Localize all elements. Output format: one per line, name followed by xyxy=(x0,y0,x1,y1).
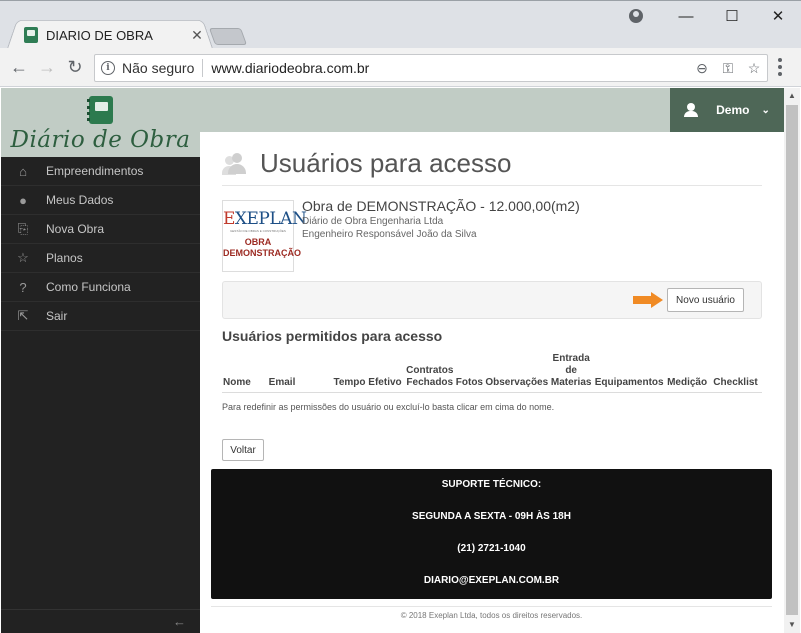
sidebar-item-sair[interactable]: ⇱ Sair xyxy=(1,302,200,331)
copyright: © 2018 Exeplan Ltda, todos os direitos r… xyxy=(211,606,772,620)
project-info: EXEPLAN GESTÃO DE OBRAS E CONSTRUÇÕES OB… xyxy=(222,198,762,274)
brand-name: Diário de Obra xyxy=(10,127,191,153)
menu-icon[interactable] xyxy=(771,56,789,78)
column-header: Email xyxy=(267,353,330,393)
sidebar-item-label: Sair xyxy=(46,309,68,323)
zoom-icon[interactable]: ⊖ xyxy=(689,60,715,77)
support-phone: (21) 2721-1040 xyxy=(457,543,526,554)
sidebar: Diário de Obra ⌂ Empreendimentos ● Meus … xyxy=(1,88,200,633)
user-icon: ● xyxy=(19,192,27,208)
column-header: Contratos Fechados xyxy=(405,353,455,393)
logo-word: XEPLAN xyxy=(234,209,307,229)
support-email[interactable]: DIARIO@EXEPLAN.COM.BR xyxy=(211,565,772,597)
sidebar-item-nova-obra[interactable]: ⎘ Nova Obra xyxy=(1,215,200,244)
user-name: Demo xyxy=(716,103,750,117)
logo-letter: E xyxy=(223,209,235,229)
exit-icon: ⇱ xyxy=(17,308,29,323)
new-document-icon: ⎘ xyxy=(17,221,29,236)
home-icon: ⌂ xyxy=(19,163,27,179)
notebook-icon xyxy=(86,96,113,124)
project-name: Obra de DEMONSTRAÇÃO - 12.000,00(m2) xyxy=(302,198,580,214)
back-button[interactable]: Voltar xyxy=(222,439,264,461)
tab-close-icon[interactable]: ✕ xyxy=(190,27,204,44)
favicon-icon xyxy=(24,27,38,43)
column-header: Medição xyxy=(665,353,710,393)
column-header: Entrada de Materias xyxy=(549,353,594,393)
sidebar-item-label: Planos xyxy=(46,251,83,265)
logo-line-2: DEMONSTRAÇÃO xyxy=(223,248,301,258)
column-header: Observações xyxy=(484,353,550,393)
table-header-row: Nome Email Tempo Efetivo Contratos Fecha… xyxy=(222,353,762,393)
scroll-up-arrow-icon[interactable]: ▲ xyxy=(784,88,800,104)
page-title: Usuários para acesso xyxy=(260,148,512,178)
maximize-button[interactable]: ☐ xyxy=(709,3,755,29)
logo-tagline: GESTÃO DE OBRAS E CONSTRUÇÕES xyxy=(230,229,286,233)
users-icon xyxy=(222,151,250,177)
url-text[interactable]: www.diariodeobra.com.br xyxy=(211,60,689,76)
page-header: Usuários para acesso xyxy=(222,142,762,186)
question-icon: ? xyxy=(19,279,27,295)
sidebar-item-label: Empreendimentos xyxy=(46,164,144,178)
sidebar-item-planos[interactable]: ☆ Planos xyxy=(1,244,200,273)
project-engineer: Engenheiro Responsável João da Silva xyxy=(302,229,477,240)
window-controls: — ☐ ✕ xyxy=(663,3,801,29)
security-label[interactable]: Não seguro xyxy=(122,60,194,76)
sidebar-item-como-funciona[interactable]: ? Como Funciona xyxy=(1,273,200,302)
new-user-button[interactable]: Novo usuário xyxy=(667,288,744,312)
column-header: Nome xyxy=(222,353,268,393)
bookmark-star-icon[interactable]: ☆ xyxy=(741,60,767,77)
project-logo: EXEPLAN GESTÃO DE OBRAS E CONSTRUÇÕES OB… xyxy=(222,200,307,272)
page-scrollbar[interactable]: ▲ ▼ xyxy=(784,88,800,633)
browser-tab-content[interactable]: DIARIO DE OBRA ✕ xyxy=(24,25,204,45)
browser-tabstrip: DIARIO DE OBRA ✕ — ☐ ✕ xyxy=(0,0,801,50)
users-table: Nome Email Tempo Efetivo Contratos Fecha… xyxy=(222,353,762,393)
permissions-hint: Para redefinir as permissões do usuário … xyxy=(222,402,555,412)
sidebar-item-empreendimentos[interactable]: ⌂ Empreendimentos xyxy=(1,157,200,186)
tab-title: DIARIO DE OBRA xyxy=(46,27,153,43)
action-bar: Novo usuário xyxy=(222,281,762,319)
column-header: Tempo Efetivo xyxy=(329,353,406,393)
section-title: Usuários permitidos para acesso xyxy=(222,328,443,344)
key-icon[interactable]: ⚿ xyxy=(715,60,741,77)
sidebar-item-label: Nova Obra xyxy=(46,222,105,236)
column-header: Fotos xyxy=(454,353,485,393)
user-icon xyxy=(684,103,699,117)
arrow-right-icon xyxy=(633,292,665,308)
scroll-down-arrow-icon[interactable]: ▼ xyxy=(784,617,800,633)
reload-button[interactable]: ↻ xyxy=(64,56,86,78)
user-menu[interactable]: Demo ⌄ xyxy=(670,88,784,132)
column-header: Equipamentos xyxy=(593,353,666,393)
chevron-down-icon: ⌄ xyxy=(761,104,770,116)
address-bar[interactable]: i Não seguro www.diariodeobra.com.br ⊖ ⚿… xyxy=(94,54,768,82)
main-content: Usuários para acesso EXEPLAN GESTÃO DE O… xyxy=(200,132,784,633)
support-title: SUPORTE TÉCNICO: xyxy=(441,479,542,490)
project-company: Diário de Obra Engenharia Ltda xyxy=(302,216,444,227)
sidebar-footer: ← xyxy=(1,609,200,633)
close-window-button[interactable]: ✕ xyxy=(755,3,801,29)
new-tab-button[interactable] xyxy=(208,28,248,45)
scroll-thumb[interactable] xyxy=(786,105,798,615)
sidebar-item-label: Meus Dados xyxy=(46,193,114,207)
support-box: SUPORTE TÉCNICO: SEGUNDA A SEXTA - 09H À… xyxy=(211,469,772,599)
back-button[interactable]: ← xyxy=(8,56,30,78)
info-icon[interactable]: i xyxy=(101,61,115,75)
support-hours: SEGUNDA A SEXTA - 09H ÀS 18H xyxy=(412,511,571,522)
minimize-button[interactable]: — xyxy=(663,3,709,29)
column-header: Checklist xyxy=(709,353,762,393)
sidebar-item-label: Como Funciona xyxy=(46,280,131,294)
brand-logo[interactable]: Diário de Obra xyxy=(1,88,200,157)
collapse-sidebar-icon[interactable]: ← xyxy=(173,614,186,629)
browser-toolbar: ← → ↻ i Não seguro www.diariodeobra.com.… xyxy=(0,48,801,87)
omnibox-divider xyxy=(202,59,204,77)
sidebar-item-meus-dados[interactable]: ● Meus Dados xyxy=(1,186,200,215)
star-icon: ☆ xyxy=(17,250,29,265)
logo-line-1: OBRA xyxy=(244,237,272,247)
profile-icon[interactable] xyxy=(629,9,643,23)
app-topbar: Demo ⌄ xyxy=(200,88,784,132)
forward-button[interactable]: → xyxy=(36,56,58,78)
